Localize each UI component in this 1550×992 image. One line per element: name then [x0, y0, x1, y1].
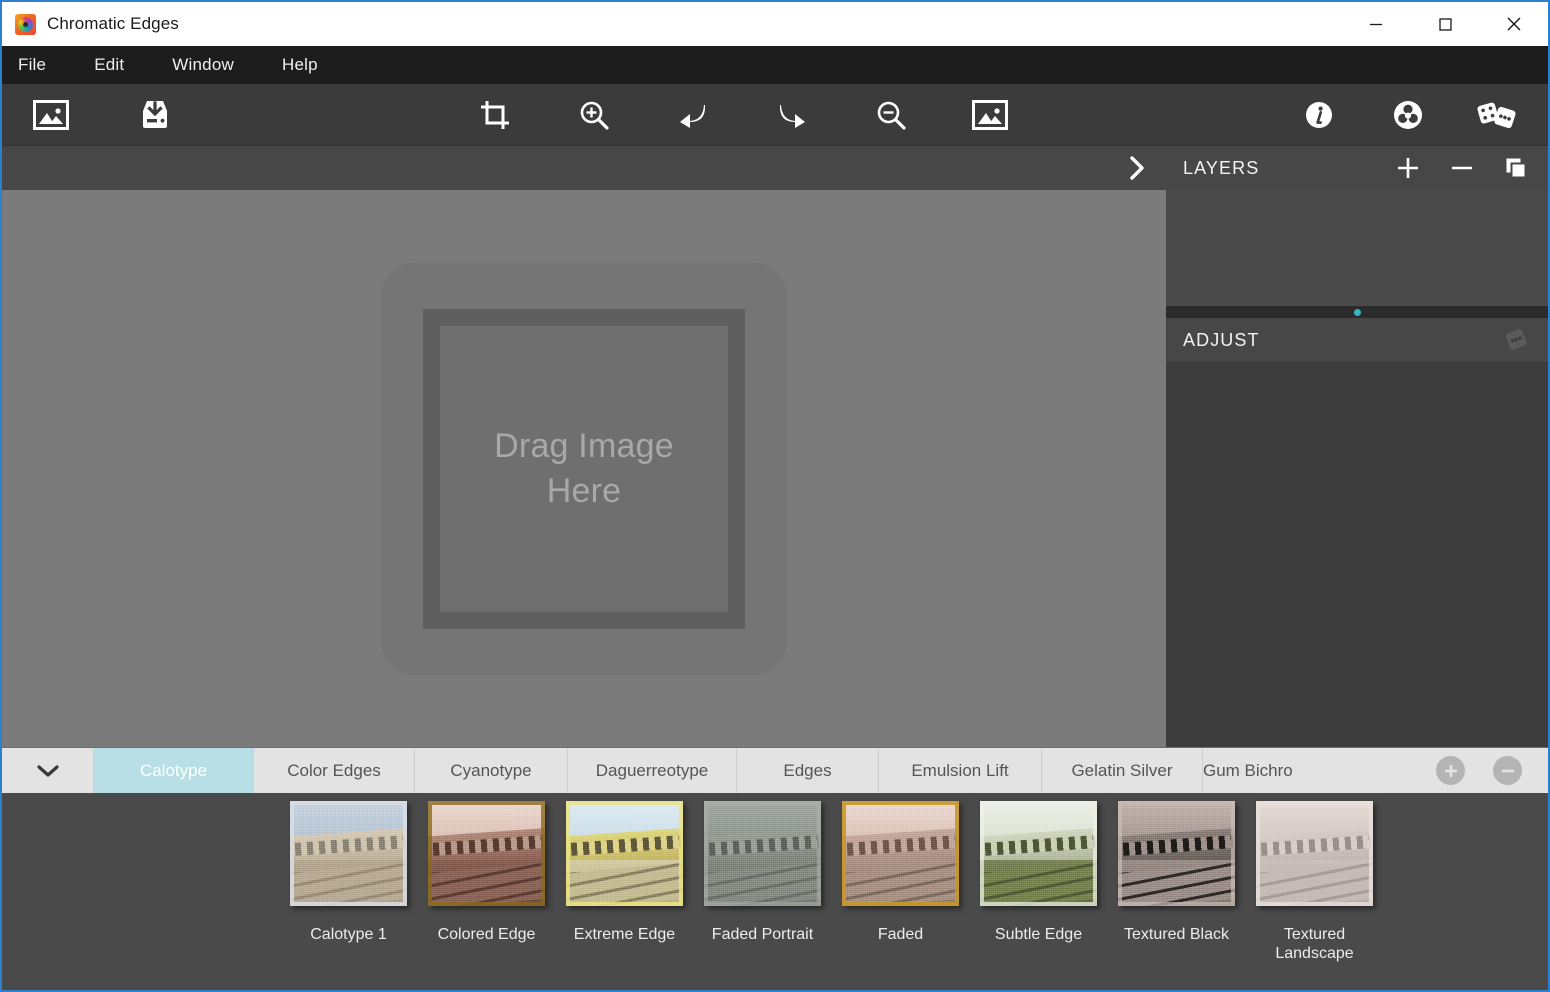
chevron-right-icon[interactable] [1122, 153, 1152, 183]
tab-edges[interactable]: Edges [737, 748, 879, 793]
adjust-panel-actions [1502, 326, 1530, 354]
right-panel: LAYERS [1166, 146, 1548, 747]
splitter-handle-dot [1354, 309, 1361, 316]
remove-layer-button[interactable] [1448, 154, 1476, 182]
main-body: Drag Image Here LAYERS [2, 146, 1548, 747]
zoom-in-icon[interactable] [573, 94, 615, 136]
canvas-column: Drag Image Here [2, 146, 1166, 747]
preset-label: Faded Portrait [712, 925, 813, 944]
toolbar [2, 84, 1548, 146]
tab-daguerreotype[interactable]: Daguerreotype [568, 748, 737, 793]
preset-thumbnail[interactable] [842, 801, 959, 906]
chevron-down-icon[interactable] [2, 748, 94, 793]
toolbar-right-group [1298, 94, 1518, 136]
preset-tab-bar: Calotype Color Edges Cyanotype Daguerreo… [2, 747, 1548, 793]
tab-calotype[interactable]: Calotype [94, 748, 254, 793]
effects-icon[interactable] [1387, 94, 1429, 136]
menu-item-window[interactable]: Window [172, 51, 256, 80]
panel-splitter[interactable] [1166, 306, 1548, 318]
menu-item-file[interactable]: File [18, 51, 68, 80]
preset-item[interactable]: Subtle Edge [978, 801, 1099, 944]
menu-bar: File Edit Window Help [2, 46, 1548, 84]
drop-zone-label-line1: Drag Image [494, 424, 674, 469]
add-preset-button[interactable] [1436, 756, 1465, 785]
undo-icon[interactable] [672, 94, 714, 136]
preset-item[interactable]: Colored Edge [426, 801, 547, 944]
layers-list[interactable] [1166, 190, 1548, 306]
adjust-dice-icon[interactable] [1502, 326, 1530, 354]
tab-emulsion-lift[interactable]: Emulsion Lift [879, 748, 1042, 793]
toolbar-left-group [30, 94, 176, 136]
tab-cyanotype[interactable]: Cyanotype [415, 748, 568, 793]
open-image-icon[interactable] [30, 94, 72, 136]
canvas-header-bar [2, 146, 1166, 190]
add-layer-button[interactable] [1394, 154, 1422, 182]
close-button[interactable] [1479, 2, 1548, 46]
duplicate-layer-button[interactable] [1502, 154, 1530, 182]
preset-label: Textured Landscape [1254, 925, 1375, 963]
redo-icon[interactable] [771, 94, 813, 136]
title-bar: Chromatic Edges [2, 2, 1548, 46]
fit-image-icon[interactable] [969, 94, 1011, 136]
layers-panel-actions [1394, 154, 1530, 182]
preset-label: Faded [878, 925, 923, 944]
remove-preset-button[interactable] [1493, 756, 1522, 785]
preset-label: Textured Black [1124, 925, 1229, 944]
preset-label: Calotype 1 [310, 925, 387, 944]
preset-thumbnail[interactable] [428, 801, 545, 906]
preset-thumbnail[interactable] [704, 801, 821, 906]
tab-bar-actions [1426, 748, 1548, 793]
menu-item-help[interactable]: Help [282, 51, 340, 80]
layers-panel-header: LAYERS [1166, 146, 1548, 190]
preset-item[interactable]: Textured Landscape [1254, 801, 1375, 963]
adjust-panel-header: ADJUST [1166, 318, 1548, 362]
preset-strip: Calotype 1 Colored Edge [2, 793, 1548, 990]
tab-bar-spacer [1331, 748, 1426, 793]
preset-thumbnail[interactable] [980, 801, 1097, 906]
adjust-controls-area[interactable] [1166, 362, 1548, 747]
preset-item[interactable]: Extreme Edge [564, 801, 685, 944]
preset-label: Colored Edge [438, 925, 536, 944]
preset-thumbnail[interactable] [1256, 801, 1373, 906]
save-image-icon[interactable] [134, 94, 176, 136]
preset-item[interactable]: Faded Portrait [702, 801, 823, 944]
tab-gum-bichro[interactable]: Gum Bichro [1203, 748, 1331, 793]
image-canvas[interactable]: Drag Image Here [2, 190, 1166, 747]
info-icon[interactable] [1298, 94, 1340, 136]
preset-thumbnail[interactable] [566, 801, 683, 906]
title-bar-left: Chromatic Edges [2, 14, 1341, 35]
preset-item[interactable]: Textured Black [1116, 801, 1237, 944]
app-window: Chromatic Edges File Edit Window Help [0, 0, 1550, 992]
window-controls [1341, 2, 1548, 46]
preset-item[interactable]: Faded [840, 801, 961, 944]
drop-zone-label: Drag Image Here [494, 424, 674, 514]
menu-item-edit[interactable]: Edit [94, 51, 146, 80]
app-logo-icon [15, 14, 36, 35]
adjust-panel-title: ADJUST [1183, 330, 1502, 351]
preset-label: Subtle Edge [995, 925, 1082, 944]
crop-icon[interactable] [474, 94, 516, 136]
preset-thumbnail[interactable] [290, 801, 407, 906]
tab-gelatin-silver[interactable]: Gelatin Silver [1042, 748, 1203, 793]
window-title: Chromatic Edges [47, 14, 179, 34]
preset-label: Extreme Edge [574, 925, 675, 944]
drop-zone-frame: Drag Image Here [423, 309, 745, 629]
layers-panel-title: LAYERS [1183, 158, 1394, 179]
toolbar-center-group [474, 94, 1011, 136]
maximize-button[interactable] [1410, 2, 1479, 46]
preset-thumbnail[interactable] [1118, 801, 1235, 906]
drop-zone-label-line2: Here [494, 469, 674, 514]
zoom-out-icon[interactable] [870, 94, 912, 136]
tab-color-edges[interactable]: Color Edges [254, 748, 415, 793]
dice-icon[interactable] [1476, 94, 1518, 136]
drop-zone[interactable]: Drag Image Here [381, 263, 787, 675]
minimize-button[interactable] [1341, 2, 1410, 46]
preset-item[interactable]: Calotype 1 [288, 801, 409, 944]
